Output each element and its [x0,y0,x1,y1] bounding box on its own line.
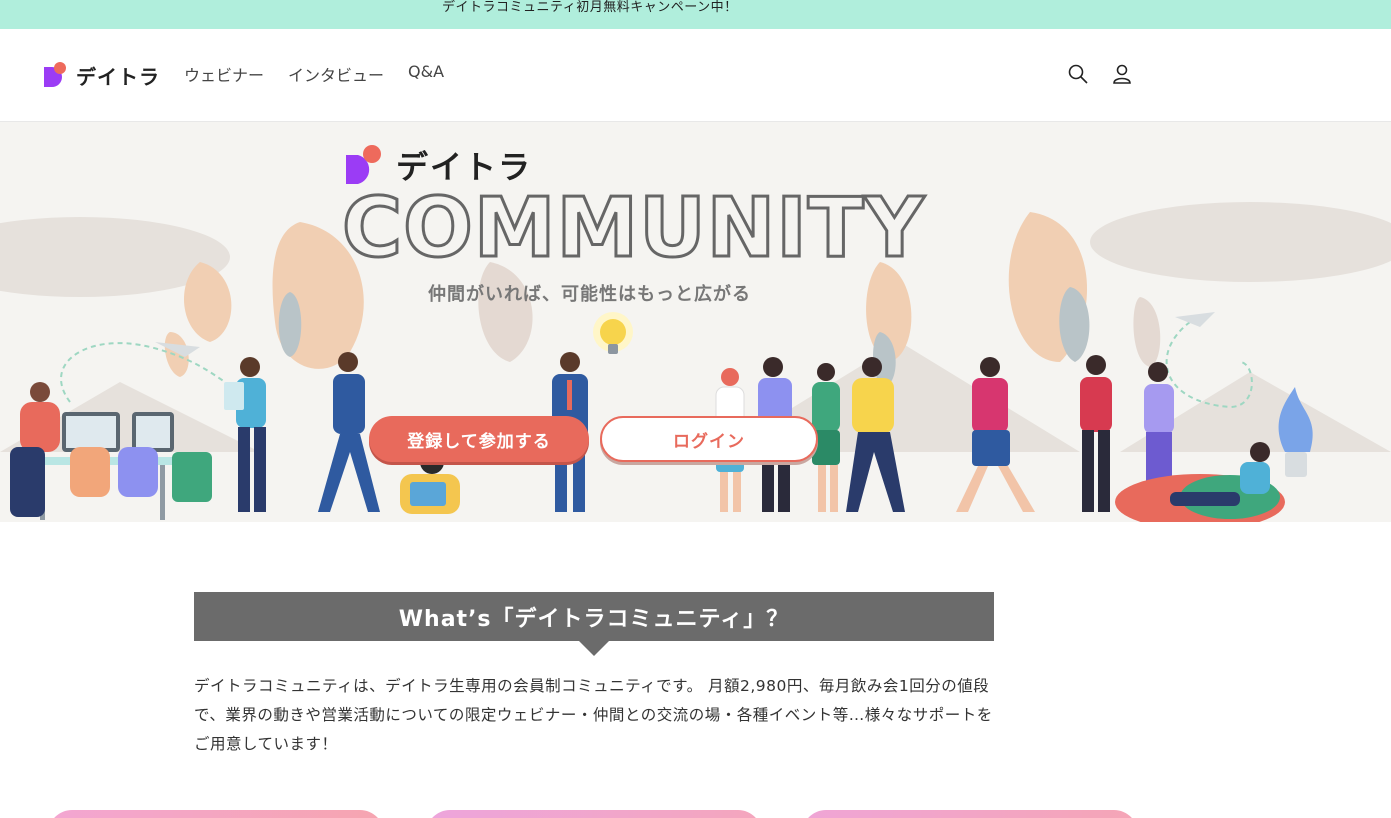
hero-logo-mark-icon [346,145,381,184]
nav-interview[interactable]: インタビュー [288,62,384,86]
site-logo[interactable]: デイトラ [44,61,160,89]
nav-qa[interactable]: Q&A [408,62,444,86]
about-heading: What’s「デイトラコミュニティ」？ [194,592,994,641]
nav-webinar[interactable]: ウェビナー [184,62,264,86]
register-button[interactable]: 登録して参加する [369,416,589,462]
logo-mark-icon [44,62,66,87]
announcement-bar[interactable]: デイトラコミュニティ初月無料キャンペーン中！ [0,0,1391,29]
hero-tagline: 仲間がいれば、可能性はもっと広がる [428,284,751,305]
search-icon[interactable] [1067,63,1089,85]
feature-card-3[interactable] [802,810,1138,818]
account-icon[interactable] [1111,63,1133,85]
main-nav: ウェビナー インタビュー Q&A [184,62,444,86]
site-header: デイトラ ウェビナー インタビュー Q&A [0,29,1391,122]
hero-banner: デイトラ COMMUNITY 仲間がいれば、可能性はもっと広がる 登録して参加す… [0,122,1391,522]
heading-arrow [578,640,610,656]
feature-card-2[interactable] [426,810,762,818]
login-button[interactable]: ログイン [600,416,818,462]
logo-text: デイトラ [76,64,160,89]
about-body: デイトラコミュニティは、デイトラ生専用の会員制コミュニティです。 月額2,980… [194,677,993,753]
announcement-text[interactable]: デイトラコミュニティ初月無料キャンペーン中！ [442,0,738,16]
hero-title: COMMUNITY [340,181,926,276]
feature-card-1[interactable] [48,810,384,818]
